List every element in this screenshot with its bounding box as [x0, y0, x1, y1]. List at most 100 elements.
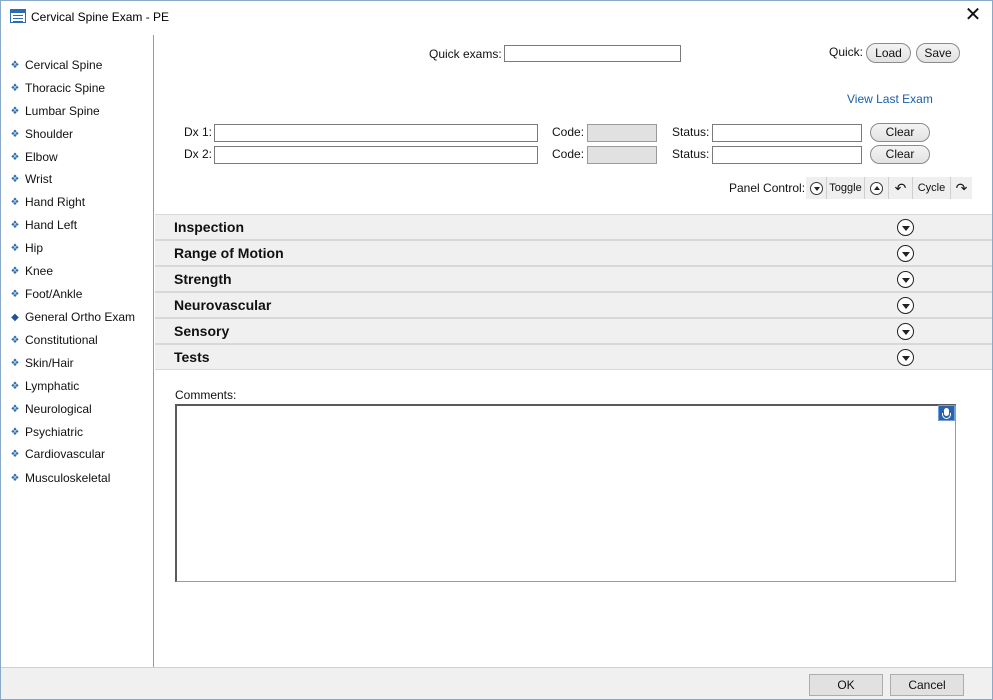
dx2-input[interactable] — [214, 146, 538, 164]
sidebar-item-label: Neurological — [25, 402, 92, 416]
sidebar-item-general-ortho-exam[interactable]: ◆ General Ortho Exam — [9, 308, 135, 326]
cycle-forward-button[interactable]: ↷ — [950, 177, 972, 199]
sidebar-item-label: Lymphatic — [25, 379, 80, 393]
expand-all-button[interactable] — [864, 177, 888, 199]
sidebar-item-musculoskeletal[interactable]: ❖ Musculoskeletal — [9, 469, 111, 487]
sidebar-item-label: Hip — [25, 241, 44, 255]
dx2-label: Dx 2: — [184, 147, 213, 161]
sidebar-item-shoulder[interactable]: ❖ Shoulder — [9, 125, 74, 143]
dx1-input[interactable] — [214, 124, 538, 142]
dx2-status-input[interactable] — [712, 146, 862, 164]
diamond-bullet-icon: ❖ — [10, 196, 20, 208]
save-button[interactable]: Save — [916, 43, 960, 63]
sidebar-item-cardiovascular[interactable]: ❖ Cardiovascular — [9, 445, 106, 463]
circle-chevron-down-icon[interactable] — [897, 297, 914, 314]
sidebar-item-hand-left[interactable]: ❖ Hand Left — [9, 216, 78, 234]
load-button[interactable]: Load — [866, 43, 911, 63]
dx1-status-label: Status: — [672, 125, 710, 139]
dx2-code-field — [587, 146, 657, 164]
sidebar-item-elbow[interactable]: ❖ Elbow — [9, 148, 58, 166]
sidebar-item-label: Shoulder — [25, 127, 74, 141]
cycle-back-button[interactable]: ↶ — [888, 177, 912, 199]
cycle-button[interactable]: Cycle — [912, 177, 950, 199]
sidebar-item-label: Lumbar Spine — [25, 104, 100, 118]
close-icon[interactable]: ✕ — [962, 5, 984, 27]
panel-title: Neurovascular — [174, 297, 272, 313]
panel-inspection[interactable]: Inspection — [155, 214, 992, 240]
panel-neurovascular[interactable]: Neurovascular — [155, 292, 992, 318]
sidebar-item-cervical-spine[interactable]: ❖ Cervical Spine — [9, 56, 103, 74]
comments-label: Comments: — [175, 388, 237, 402]
sidebar-item-label: Cervical Spine — [25, 58, 103, 72]
circle-chevron-down-icon[interactable] — [897, 219, 914, 236]
exam-window: Cervical Spine Exam - PE ✕ ❖ Cervical Spi… — [0, 0, 993, 700]
sidebar-item-psychiatric[interactable]: ❖ Psychiatric — [9, 423, 84, 441]
sidebar-item-neurological[interactable]: ❖ Neurological — [9, 400, 92, 418]
diamond-bullet-icon: ❖ — [10, 472, 20, 484]
sidebar-item-thoracic-spine[interactable]: ❖ Thoracic Spine — [9, 79, 106, 97]
sidebar-item-label: Wrist — [25, 172, 53, 186]
dx1-code-field — [587, 124, 657, 142]
diamond-bullet-icon: ❖ — [10, 334, 20, 346]
diamond-bullet-icon: ❖ — [10, 288, 20, 300]
panel-title: Sensory — [174, 323, 230, 339]
diamond-bullet-icon: ❖ — [10, 265, 20, 277]
circle-chevron-up-icon — [870, 181, 883, 195]
sidebar-item-label: Constitutional — [25, 333, 98, 347]
circle-chevron-down-icon[interactable] — [897, 271, 914, 288]
circle-chevron-down-icon[interactable] — [897, 349, 914, 366]
panel-control-label: Panel Control: — [729, 181, 806, 195]
quick-exams-label: Quick exams: — [429, 47, 502, 61]
dx2-code-label: Code: — [552, 147, 585, 161]
sidebar-item-label: Elbow — [25, 150, 58, 164]
sidebar-item-wrist[interactable]: ❖ Wrist — [9, 170, 53, 188]
dialog-footer: OK Cancel — [1, 667, 992, 699]
dx2-clear-button[interactable]: Clear — [870, 145, 930, 164]
toggle-button[interactable]: Toggle — [826, 177, 864, 199]
panel-title: Strength — [174, 271, 232, 287]
panel-title: Inspection — [174, 219, 245, 235]
sidebar-item-foot-ankle[interactable]: ❖ Foot/Ankle — [9, 285, 83, 303]
circle-chevron-down-icon[interactable] — [897, 245, 914, 262]
diamond-bullet-icon: ❖ — [10, 173, 20, 185]
ok-button[interactable]: OK — [809, 674, 883, 696]
sidebar-item-lumbar-spine[interactable]: ❖ Lumbar Spine — [9, 102, 100, 120]
diamond-bullet-icon: ❖ — [10, 357, 20, 369]
quick-exams-input[interactable] — [504, 45, 681, 62]
circle-chevron-down-icon — [809, 181, 823, 195]
sidebar-item-label: Thoracic Spine — [25, 81, 106, 95]
panel-tests[interactable]: Tests — [155, 344, 992, 370]
panel-range-of-motion[interactable]: Range of Motion — [155, 240, 992, 266]
title-bar: Cervical Spine Exam - PE ✕ — [1, 1, 992, 33]
quick-label: Quick: — [829, 45, 864, 59]
sidebar-item-label: Hand Left — [25, 218, 78, 232]
dx1-code-label: Code: — [552, 125, 585, 139]
sidebar-item-label: Knee — [25, 264, 54, 278]
collapse-all-button[interactable] — [806, 177, 826, 199]
panel-strength[interactable]: Strength — [155, 266, 992, 292]
cancel-button[interactable]: Cancel — [890, 674, 964, 696]
dx1-clear-button[interactable]: Clear — [870, 123, 930, 142]
dx2-status-label: Status: — [672, 147, 710, 161]
panel-sensory[interactable]: Sensory — [155, 318, 992, 344]
diamond-bullet-icon: ❖ — [10, 105, 20, 117]
microphone-icon[interactable] — [938, 405, 955, 421]
comments-textarea[interactable] — [175, 404, 956, 582]
sidebar-item-skin-hair[interactable]: ❖ Skin/Hair — [9, 354, 74, 372]
sidebar-item-hand-right[interactable]: ❖ Hand Right — [9, 193, 86, 211]
sidebar-item-lymphatic[interactable]: ❖ Lymphatic — [9, 377, 80, 395]
solid-diamond-bullet-icon: ◆ — [11, 311, 19, 323]
dx1-status-input[interactable] — [712, 124, 862, 142]
sidebar-item-label: Foot/Ankle — [25, 287, 83, 301]
exam-main-pane: Quick exams: Quick: Load Save View Last … — [155, 35, 992, 667]
sidebar-item-constitutional[interactable]: ❖ Constitutional — [9, 331, 98, 349]
view-last-exam-link[interactable]: View Last Exam — [847, 92, 933, 106]
diamond-bullet-icon: ❖ — [10, 82, 20, 94]
circle-chevron-down-icon[interactable] — [897, 323, 914, 340]
sidebar-item-label: General Ortho Exam — [25, 310, 136, 324]
diamond-bullet-icon: ❖ — [10, 448, 20, 460]
sidebar-item-label: Psychiatric — [25, 425, 84, 439]
sidebar-item-knee[interactable]: ❖ Knee — [9, 262, 54, 280]
diamond-bullet-icon: ❖ — [10, 426, 20, 438]
sidebar-item-hip[interactable]: ❖ Hip — [9, 239, 44, 257]
